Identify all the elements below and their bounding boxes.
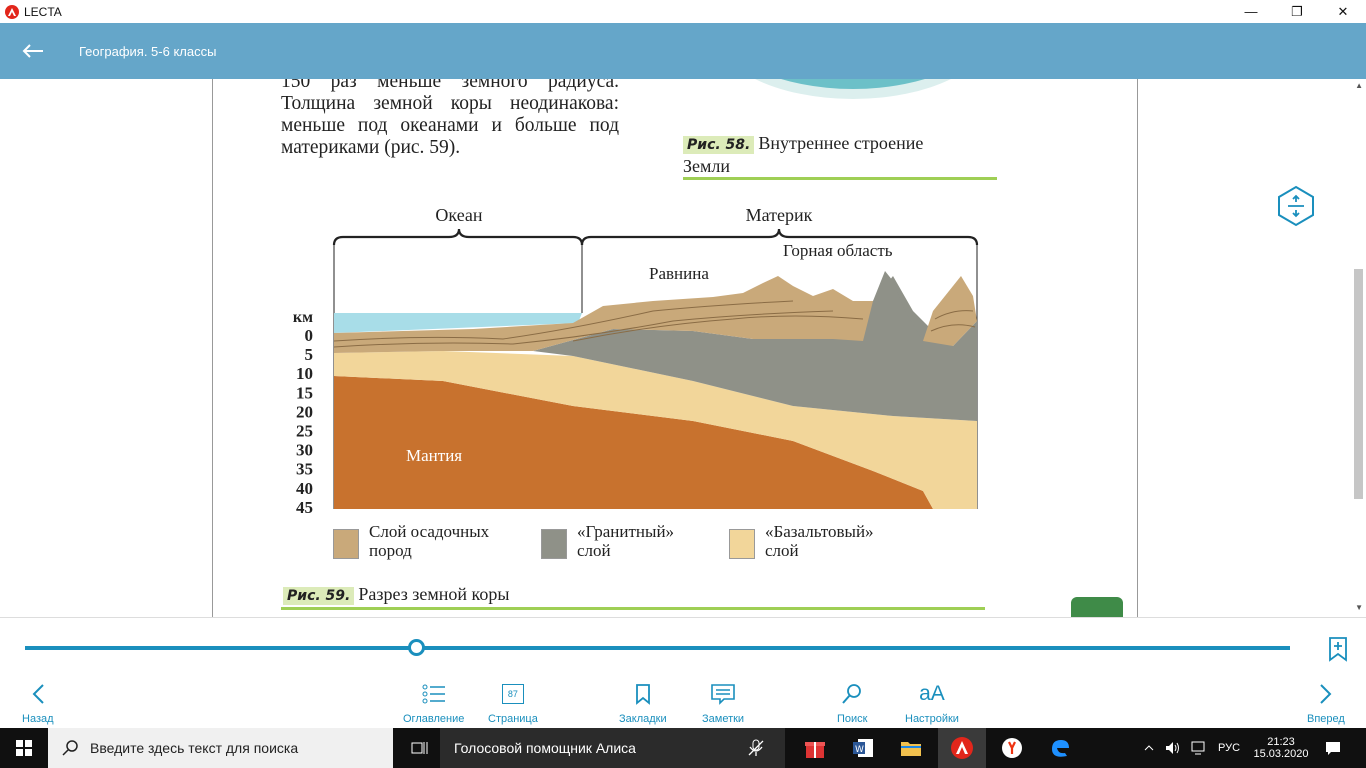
depth-tick-label: 15 bbox=[296, 383, 313, 402]
scroll-down-arrow-icon[interactable]: ▼ bbox=[1355, 603, 1363, 612]
floating-action-button[interactable] bbox=[1071, 597, 1123, 617]
microphone-muted-icon bbox=[748, 739, 764, 756]
plain-label: Равнина bbox=[649, 264, 709, 283]
window-titlebar: LECTA — ❐ ✕ bbox=[0, 0, 1366, 23]
search-icon bbox=[62, 740, 78, 756]
diagram-legend: Слой осадочных пород «Гранитный» слой «Баз… bbox=[333, 522, 933, 566]
continent-brace bbox=[580, 228, 979, 246]
search-button[interactable]: Поиск bbox=[837, 677, 867, 725]
axis-unit: км bbox=[293, 309, 313, 326]
bookmarks-button[interactable]: Закладки bbox=[619, 677, 667, 725]
fig58-underline bbox=[683, 177, 997, 180]
search-icon bbox=[841, 677, 863, 711]
network-icon[interactable] bbox=[1186, 728, 1210, 768]
page-button[interactable]: 87 Страница bbox=[488, 677, 538, 725]
alisa-assistant-button[interactable]: Голосовой помощник Алиса bbox=[440, 728, 785, 768]
notifications-icon[interactable] bbox=[1318, 728, 1348, 768]
reader-content[interactable]: 150 раз меньше земного радиуса. Толщина … bbox=[0, 79, 1366, 617]
depth-tick-label: 5 bbox=[305, 345, 314, 364]
scroll-up-arrow-icon[interactable]: ▲ bbox=[1355, 81, 1363, 90]
fig59-underline bbox=[281, 607, 985, 610]
gift-app-icon[interactable] bbox=[793, 728, 837, 768]
legend-label-basalt: «Базальтовый» слой bbox=[765, 522, 874, 560]
reader-toolbar: Назад Оглавление 87 Страница Закладки За… bbox=[0, 677, 1366, 728]
mantle-label: Мантия bbox=[406, 446, 462, 465]
scrollbar-thumb[interactable] bbox=[1354, 269, 1363, 499]
fig58-caption: Рис. 58. Внутреннее строение Земли bbox=[683, 133, 924, 176]
legend-swatch-basalt bbox=[729, 529, 755, 559]
language-indicator[interactable]: РУС bbox=[1212, 728, 1246, 768]
book-title: География. 5-6 классы bbox=[79, 43, 217, 59]
paragraph-text: 150 раз меньше земного радиуса. Толщина … bbox=[281, 79, 619, 158]
depth-tick-label: 25 bbox=[296, 422, 313, 441]
book-page: 150 раз меньше земного радиуса. Толщина … bbox=[212, 79, 1138, 617]
chevron-right-icon bbox=[1319, 677, 1333, 711]
list-icon bbox=[422, 677, 446, 711]
settings-button[interactable]: aA Настройки bbox=[905, 677, 959, 725]
fig59-caption: Рис. 59. Разрез земной коры bbox=[283, 584, 510, 605]
font-size-icon: aA bbox=[919, 682, 945, 705]
continent-label: Материк bbox=[746, 205, 813, 225]
legend-label-granite: «Гранитный» слой bbox=[577, 522, 675, 560]
depth-tick-label: 45 bbox=[296, 498, 313, 517]
chevron-left-icon bbox=[31, 677, 45, 711]
page-slider-track[interactable] bbox=[25, 646, 1290, 650]
volume-icon[interactable] bbox=[1162, 728, 1184, 768]
legend-swatch-granite bbox=[541, 529, 567, 559]
word-app-icon[interactable]: W bbox=[841, 728, 885, 768]
task-view-icon[interactable] bbox=[400, 728, 440, 768]
chevron-up-icon[interactable] bbox=[1140, 728, 1158, 768]
svg-text:W: W bbox=[855, 745, 864, 755]
file-explorer-icon[interactable] bbox=[889, 728, 933, 768]
page-slider-bar bbox=[0, 617, 1366, 677]
notes-button[interactable]: Заметки bbox=[702, 677, 744, 725]
windows-taskbar: Введите здесь текст для поиска Голосовой… bbox=[0, 728, 1366, 768]
yandex-browser-icon[interactable] bbox=[990, 728, 1034, 768]
ocean-label: Океан bbox=[435, 205, 482, 225]
legend-label-sediment: Слой осадочных пород bbox=[369, 522, 490, 560]
forward-button[interactable]: Вперед bbox=[1307, 677, 1345, 725]
depth-tick-label: 20 bbox=[296, 402, 313, 421]
depth-axis: 051015202530354045 bbox=[296, 326, 313, 517]
clock[interactable]: 21:23 15.03.2020 bbox=[1250, 728, 1312, 768]
depth-tick-label: 10 bbox=[296, 364, 313, 383]
depth-tick-label: 30 bbox=[296, 441, 313, 460]
page-slider-thumb[interactable] bbox=[408, 639, 426, 656]
mountain-label: Горная область bbox=[783, 241, 893, 260]
back-button[interactable]: Назад bbox=[22, 677, 54, 725]
depth-tick-label: 35 bbox=[296, 460, 313, 479]
app-name: LECTA bbox=[24, 4, 62, 19]
contents-button[interactable]: Оглавление bbox=[403, 677, 464, 725]
add-bookmark-icon[interactable] bbox=[1328, 636, 1348, 667]
edge-browser-icon[interactable] bbox=[1038, 728, 1082, 768]
back-arrow-icon[interactable] bbox=[22, 39, 46, 63]
depth-tick-label: 0 bbox=[305, 326, 314, 345]
bookmark-icon bbox=[635, 677, 651, 711]
notes-icon bbox=[710, 677, 736, 711]
page-number-icon: 87 bbox=[501, 677, 524, 711]
crust-section-diagram: Океан Материк Равнина Горная область Ман… bbox=[293, 205, 979, 517]
ocean-brace bbox=[332, 228, 584, 246]
fig59-label: Рис. 59. bbox=[283, 587, 355, 605]
toc-toggle-icon[interactable] bbox=[1275, 185, 1317, 232]
taskbar-search-input[interactable]: Введите здесь текст для поиска bbox=[48, 728, 393, 768]
app-header: География. 5-6 классы bbox=[0, 23, 1366, 79]
windows-start-icon[interactable] bbox=[0, 728, 48, 768]
earth-structure-image bbox=[755, 79, 951, 99]
depth-tick-label: 40 bbox=[296, 479, 313, 498]
lecta-logo-icon bbox=[5, 4, 19, 19]
restore-button[interactable]: ❐ bbox=[1274, 0, 1320, 23]
legend-swatch-sediment bbox=[333, 529, 359, 559]
close-button[interactable]: ✕ bbox=[1320, 0, 1366, 23]
lecta-app-icon[interactable] bbox=[938, 728, 986, 768]
fig58-label: Рис. 58. bbox=[683, 136, 755, 154]
minimize-button[interactable]: — bbox=[1228, 0, 1274, 23]
